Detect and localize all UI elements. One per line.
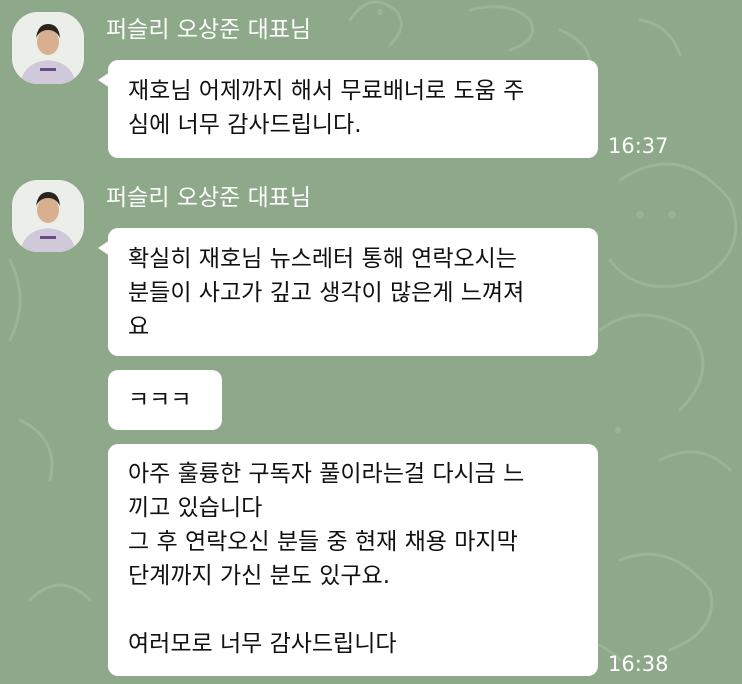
message-time: 16:38 bbox=[608, 652, 669, 676]
message-bubble[interactable]: 재호님 어제까지 해서 무료배너로 도움 주 심에 너무 감사드립니다. bbox=[98, 60, 598, 158]
sender-name: 퍼슬리 오상준 대표님 bbox=[106, 185, 312, 211]
message-bubble[interactable]: 아주 훌륭한 구독자 풀이라는걸 다시금 느 끼고 있습니다 그 후 연락오신 … bbox=[108, 444, 598, 676]
chat-thread: 퍼슬리 오상준 대표님 재호님 어제까지 해서 무료배너로 도움 주 심에 너무… bbox=[0, 0, 742, 684]
message-time: 16:37 bbox=[608, 134, 669, 158]
sender-avatar[interactable] bbox=[12, 180, 84, 252]
avatar-person-icon bbox=[12, 12, 84, 84]
message-bubble[interactable]: ㅋㅋㅋ bbox=[108, 370, 222, 430]
avatar-person-icon bbox=[12, 180, 84, 252]
message-bubble[interactable]: 확실히 재호님 뉴스레터 통해 연락오시는 분들이 사고가 깊고 생각이 많은게… bbox=[98, 228, 598, 356]
sender-name: 퍼슬리 오상준 대표님 bbox=[106, 17, 312, 43]
sender-avatar[interactable] bbox=[12, 12, 84, 84]
